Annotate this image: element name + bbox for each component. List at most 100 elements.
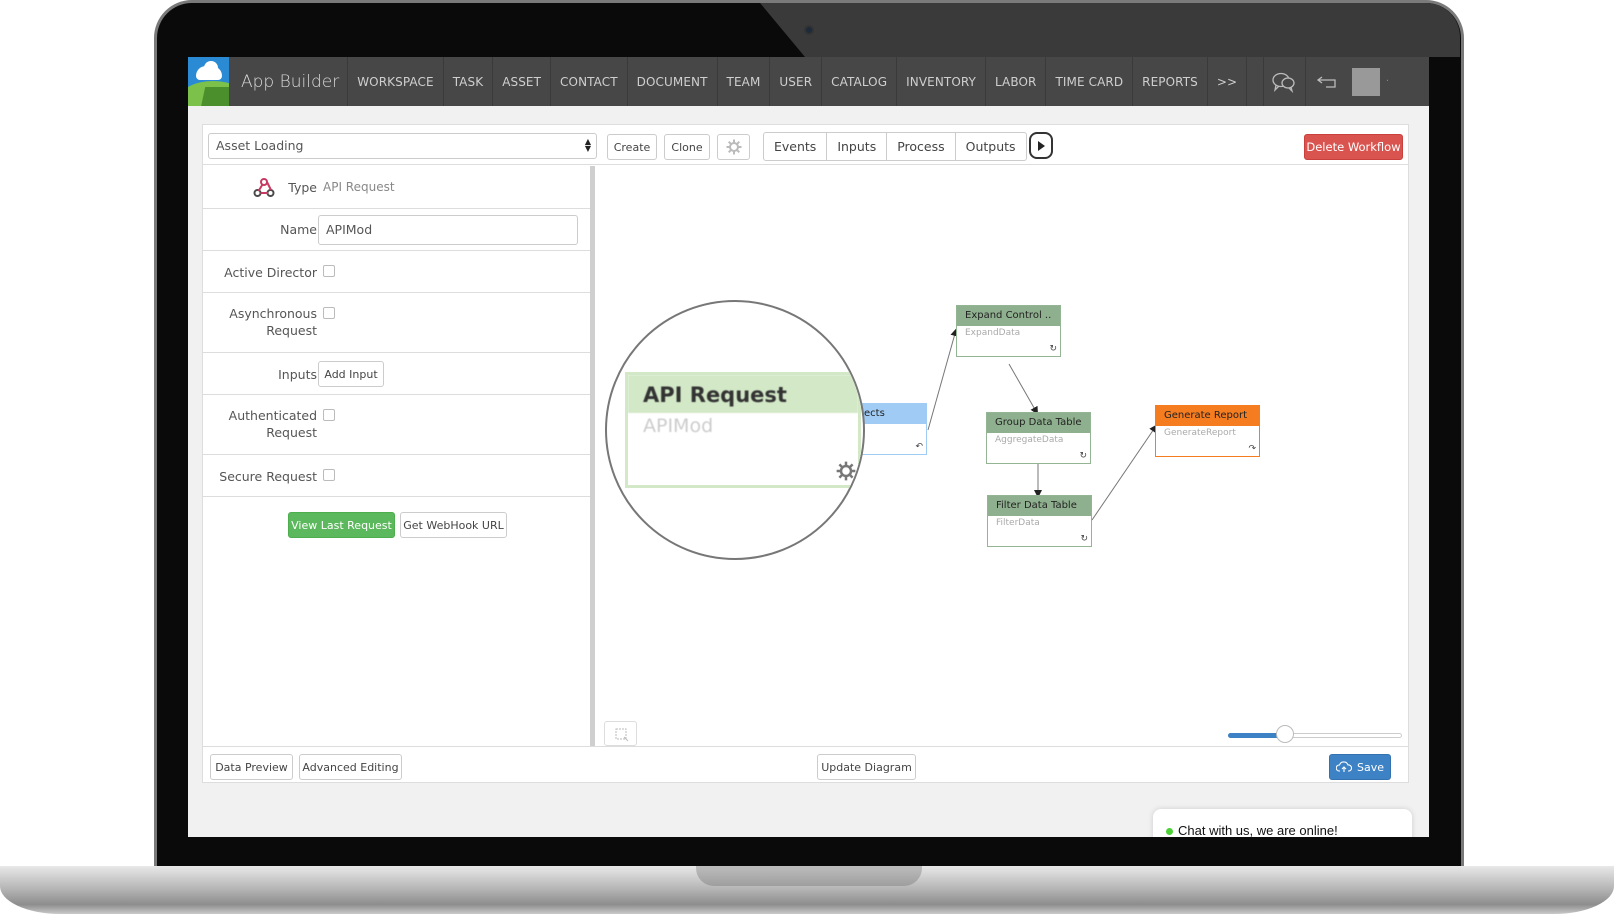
active-director-row: Active Director: [203, 251, 590, 293]
clone-button[interactable]: Clone: [664, 134, 710, 160]
nav-item-inventory[interactable]: INVENTORY: [897, 57, 986, 106]
nav-item-labor[interactable]: LABOR: [986, 57, 1047, 106]
select-arrows-icon: ▲ ▼: [584, 137, 591, 153]
tab-events[interactable]: Events: [764, 133, 828, 160]
return-arrow-icon: [1316, 75, 1336, 88]
fit-to-screen-button[interactable]: [604, 721, 637, 746]
live-chat-widget[interactable]: Chat with us, we are online!: [1153, 809, 1412, 837]
name-row: Name APIMod: [203, 209, 590, 251]
active-director-checkbox[interactable]: [323, 265, 335, 277]
node-title: Generate Report: [1156, 406, 1259, 426]
tab-inputs[interactable]: Inputs: [827, 133, 888, 160]
play-icon: [1038, 140, 1045, 151]
zoom-slider-thumb[interactable]: [1276, 725, 1294, 743]
nav-spacer: [1247, 57, 1264, 106]
diagram-node-group-data-table[interactable]: Group Data Table AggregateData ↻: [986, 412, 1091, 464]
nav-item-reports[interactable]: REPORTS: [1133, 57, 1208, 106]
chat-bubbles-icon: [1272, 72, 1295, 93]
save-label: Save: [1356, 760, 1384, 774]
gear-icon[interactable]: [836, 461, 856, 481]
advanced-editing-button[interactable]: Advanced Editing: [299, 754, 402, 780]
node-name: ExpandData: [965, 328, 1021, 338]
settings-button[interactable]: [717, 134, 750, 160]
laptop-notch: [696, 866, 922, 886]
workflow-toolbar: Asset Loading ▲ ▼ Create Clone Events Inp…: [203, 125, 1408, 165]
asynchronous-request-checkbox[interactable]: [323, 307, 335, 319]
view-last-request-button[interactable]: View Last Request: [288, 512, 395, 538]
nav-item-time-card[interactable]: TIME CARD: [1046, 57, 1134, 106]
cloud-upload-icon: [1335, 761, 1352, 772]
magnified-node-name: APIMod: [643, 415, 714, 437]
refresh-icon: ↻: [1079, 451, 1087, 461]
run-workflow-button[interactable]: [1029, 132, 1053, 159]
chat-widget-text: Chat with us, we are online!: [1178, 823, 1338, 837]
online-status-dot: [1166, 828, 1173, 835]
zoom-fit-icon: [615, 728, 628, 741]
inputs-row: Inputs Add Input: [203, 353, 590, 395]
secure-request-checkbox[interactable]: [323, 469, 335, 481]
tab-process[interactable]: Process: [887, 133, 956, 160]
nav-item-task[interactable]: TASK: [444, 57, 494, 106]
secure-request-row: Secure Request: [203, 455, 590, 497]
authenticated-request-checkbox[interactable]: [323, 409, 335, 421]
tab-outputs[interactable]: Outputs: [956, 133, 1026, 160]
refresh-icon: ↻: [1049, 344, 1057, 354]
workflow-select-value: Asset Loading: [216, 138, 304, 153]
active-director-label: Active Director: [224, 265, 317, 280]
nav-item-team[interactable]: TEAM: [718, 57, 771, 106]
laptop-bezel-shine: [760, 3, 1460, 57]
diagram-node-generate-report[interactable]: Generate Report GenerateReport ↷: [1155, 405, 1260, 457]
type-row: Type API Request: [203, 166, 590, 209]
app-logo[interactable]: [188, 57, 229, 106]
link-expand-group: [1008, 363, 1038, 415]
type-value: API Request: [323, 180, 395, 194]
link-filter-report: [1091, 424, 1158, 521]
inputs-label: Inputs: [278, 367, 317, 382]
nav-item-workspace[interactable]: WORKSPACE: [348, 57, 444, 106]
nav-item-user[interactable]: USER: [770, 57, 823, 106]
nav-item-document[interactable]: DOCUMENT: [628, 57, 718, 106]
workflow-select[interactable]: Asset Loading ▲ ▼: [208, 133, 597, 159]
app-title[interactable]: App Builder: [229, 57, 349, 106]
user-avatar[interactable]: [1351, 67, 1380, 96]
back-button[interactable]: [1306, 57, 1348, 106]
create-button[interactable]: Create: [607, 134, 657, 160]
magnified-node-title: API Request: [628, 375, 858, 413]
nav-item-asset[interactable]: ASSET: [493, 57, 552, 106]
magnified-node-api-request[interactable]: API Request APIMod: [625, 372, 861, 488]
gear-icon: [726, 139, 741, 155]
authenticated-request-row: Authenticated Request: [203, 395, 590, 455]
app-screen: App Builder WORKSPACE TASK ASSET CONTACT…: [188, 57, 1429, 837]
get-webhook-url-button[interactable]: Get WebHook URL: [400, 512, 507, 538]
properties-panel: Type API Request Name APIMod Active Dire…: [203, 166, 595, 746]
node-title: Filter Data Table: [988, 496, 1091, 516]
nav-item-contact[interactable]: CONTACT: [551, 57, 628, 106]
nav-item-more[interactable]: >>: [1208, 57, 1248, 106]
type-label: Type: [288, 180, 317, 195]
top-navbar: App Builder WORKSPACE TASK ASSET CONTACT…: [188, 57, 1429, 106]
workflow-panel: Asset Loading ▲ ▼ Create Clone Events Inp…: [202, 124, 1409, 783]
magnifier-lens: API Request APIMod: [605, 300, 865, 560]
workflow-section-tabs: Events Inputs Process Outputs: [763, 132, 1027, 161]
diagram-node-expand-control[interactable]: Expand Control .. ExpandData ↻: [956, 305, 1061, 357]
chat-button[interactable]: [1264, 57, 1306, 106]
link-objects-expand: [927, 328, 959, 431]
workflow-footer: Data Preview Advanced Editing Update Dia…: [203, 746, 1408, 783]
nav-item-catalog[interactable]: CATALOG: [822, 57, 898, 106]
user-menu-dot[interactable]: ·: [1386, 76, 1389, 87]
data-preview-button[interactable]: Data Preview: [210, 754, 293, 780]
name-input[interactable]: APIMod: [318, 215, 578, 245]
diagram-canvas[interactable]: Objects od ↶ Expand Control .. ExpandDat…: [600, 166, 1408, 746]
node-name: GenerateReport: [1164, 428, 1236, 438]
webhook-icon: [253, 178, 275, 197]
share-icon: ↷: [1248, 444, 1256, 454]
webcam-icon: [804, 25, 814, 35]
refresh-icon: ↻: [1080, 534, 1088, 544]
secure-request-label: Secure Request: [219, 469, 317, 484]
name-label: Name: [280, 222, 317, 237]
delete-workflow-button[interactable]: Delete Workflow: [1304, 134, 1403, 160]
update-diagram-button[interactable]: Update Diagram: [817, 754, 916, 780]
diagram-node-filter-data-table[interactable]: Filter Data Table FilterData ↻: [987, 495, 1092, 547]
save-button[interactable]: Save: [1329, 754, 1391, 780]
add-input-button[interactable]: Add Input: [318, 361, 384, 387]
